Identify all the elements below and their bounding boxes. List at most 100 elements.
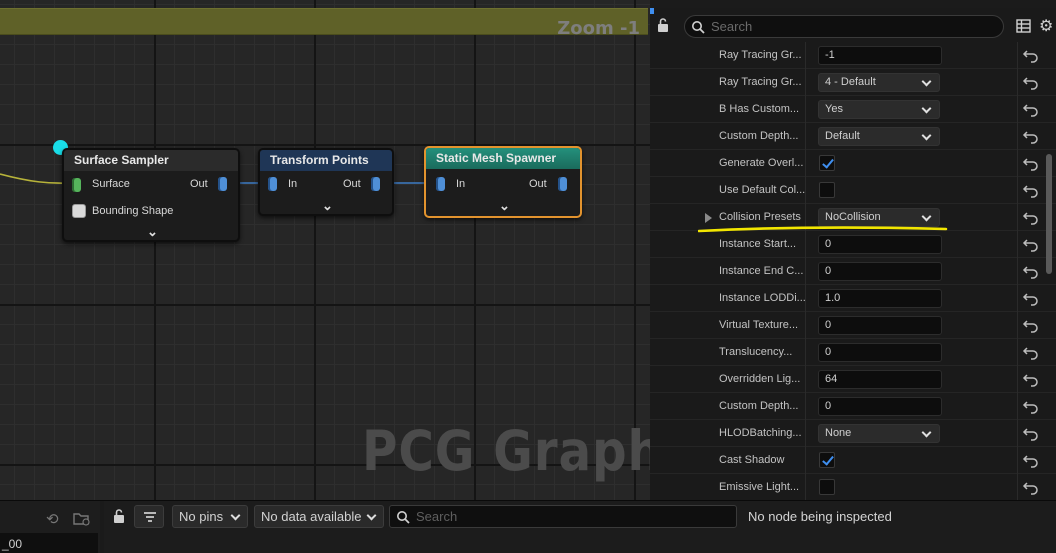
column-divider xyxy=(1017,231,1018,258)
column-divider xyxy=(805,339,806,366)
property-value-dropdown[interactable]: Yes xyxy=(818,100,940,119)
input-pin[interactable] xyxy=(436,177,445,191)
lock-icon[interactable] xyxy=(656,18,670,32)
reset-to-default-icon[interactable] xyxy=(1022,290,1040,306)
reset-to-default-icon[interactable] xyxy=(1022,263,1040,279)
output-pin[interactable] xyxy=(558,177,567,191)
property-value-dropdown[interactable]: 4 - Default xyxy=(818,73,940,92)
column-divider xyxy=(805,474,806,501)
pin-label-in: In xyxy=(288,178,298,190)
reset-to-default-icon[interactable] xyxy=(1022,452,1040,468)
column-divider xyxy=(1017,204,1018,231)
property-label: Instance End C... xyxy=(719,265,804,277)
property-label: Overridden Lig... xyxy=(719,373,801,385)
column-divider xyxy=(805,258,806,285)
node-transform-points[interactable]: Transform Points In Out ⌄ xyxy=(258,148,394,216)
browse-folder-icon[interactable] xyxy=(73,512,91,526)
table-view-icon[interactable] xyxy=(1016,19,1031,33)
column-divider xyxy=(1017,447,1018,474)
reset-to-default-icon[interactable] xyxy=(1022,236,1040,252)
node-static-mesh-spawner[interactable]: Static Mesh Spawner In Out ⌄ xyxy=(424,146,582,218)
reset-to-default-icon[interactable] xyxy=(1022,155,1040,171)
panel-tab-marker xyxy=(650,8,654,14)
property-row: Instance LODDi... 1.0 xyxy=(650,285,1056,312)
property-label: Generate Overl... xyxy=(719,157,804,169)
property-label: Emissive Light... xyxy=(719,481,800,493)
search-icon xyxy=(397,511,410,524)
reset-to-default-icon[interactable] xyxy=(1022,344,1040,360)
chevron-down-icon[interactable]: ⌄ xyxy=(147,224,158,240)
column-divider xyxy=(1017,123,1018,150)
property-row: Generate Overl... xyxy=(650,150,1056,177)
property-row: Virtual Texture... 0 xyxy=(650,312,1056,339)
column-divider xyxy=(805,285,806,312)
lock-icon[interactable] xyxy=(112,509,126,523)
details-search-input[interactable]: Search xyxy=(684,15,1004,38)
filter-button[interactable] xyxy=(134,505,164,528)
filter-icon xyxy=(144,512,156,522)
property-label: HLODBatching... xyxy=(719,427,802,439)
pins-filter-dropdown[interactable]: No pins xyxy=(172,505,248,528)
column-divider xyxy=(1017,474,1018,501)
property-checkbox[interactable] xyxy=(819,182,835,198)
property-label: Instance Start... xyxy=(719,238,797,250)
column-divider xyxy=(1017,339,1018,366)
column-divider xyxy=(805,312,806,339)
property-value-input[interactable]: 1.0 xyxy=(818,289,942,308)
details-scrollbar[interactable] xyxy=(1046,154,1052,274)
property-value-dropdown[interactable]: Default xyxy=(818,127,940,146)
reset-to-default-icon[interactable] xyxy=(1022,371,1040,387)
debug-toolbar: ⟲ _00 No pins No data available Search N… xyxy=(0,500,1056,553)
bounding-shape-pin-icon[interactable] xyxy=(72,204,86,218)
input-pin[interactable] xyxy=(268,177,277,191)
column-divider xyxy=(805,69,806,96)
property-value-input[interactable]: 0 xyxy=(818,343,942,362)
reset-to-default-icon[interactable] xyxy=(1022,74,1040,90)
property-checkbox[interactable] xyxy=(819,452,835,468)
node-surface-sampler[interactable]: Surface Sampler Surface Out Bounding Sha… xyxy=(62,148,240,242)
reset-to-default-icon[interactable] xyxy=(1022,209,1040,225)
surface-input-pin[interactable] xyxy=(72,178,81,192)
property-row: Use Default Col... xyxy=(650,177,1056,204)
property-value-input[interactable]: 0 xyxy=(818,235,942,254)
pin-label-surface: Surface xyxy=(92,178,130,190)
details-toolbar: Search ⚙ xyxy=(650,8,1056,42)
property-value-input[interactable]: 0 xyxy=(818,262,942,281)
output-pin[interactable] xyxy=(371,177,380,191)
reset-to-default-icon[interactable] xyxy=(1022,425,1040,441)
property-checkbox[interactable] xyxy=(819,155,835,171)
graph-canvas[interactable]: Zoom -1 Surface Sampler Surface Out Boun… xyxy=(0,0,650,500)
gear-icon[interactable]: ⚙ xyxy=(1039,16,1053,36)
inspect-search-input[interactable]: Search xyxy=(389,505,737,528)
output-pin[interactable] xyxy=(218,177,227,191)
reset-to-default-icon[interactable] xyxy=(1022,101,1040,117)
property-label: Ray Tracing Gr... xyxy=(719,76,802,88)
property-row: Translucency... 0 xyxy=(650,339,1056,366)
chevron-down-icon[interactable]: ⌄ xyxy=(499,198,510,214)
inspect-bar: No pins No data available Search No node… xyxy=(104,501,1056,553)
property-value-input[interactable]: 0 xyxy=(818,316,942,335)
expand-arrow-icon[interactable] xyxy=(705,213,712,223)
column-divider xyxy=(1017,420,1018,447)
reset-to-default-icon[interactable] xyxy=(1022,182,1040,198)
back-icon[interactable]: ⟲ xyxy=(46,510,59,528)
collision-presets-dropdown[interactable]: NoCollision xyxy=(818,208,940,227)
property-label: Use Default Col... xyxy=(719,184,806,196)
column-divider xyxy=(1017,69,1018,96)
reset-to-default-icon[interactable] xyxy=(1022,317,1040,333)
property-value-input[interactable]: -1 xyxy=(818,46,942,65)
reset-to-default-icon[interactable] xyxy=(1022,479,1040,495)
property-checkbox[interactable] xyxy=(819,479,835,495)
reset-to-default-icon[interactable] xyxy=(1022,398,1040,414)
reset-to-default-icon[interactable] xyxy=(1022,128,1040,144)
property-value-input[interactable]: 64 xyxy=(818,370,942,389)
chevron-down-icon[interactable]: ⌄ xyxy=(322,198,333,214)
property-value-dropdown[interactable]: None xyxy=(818,424,940,443)
data-filter-dropdown[interactable]: No data available xyxy=(254,505,384,528)
column-divider xyxy=(1017,150,1018,177)
reset-to-default-icon[interactable] xyxy=(1022,47,1040,63)
property-label: Custom Depth... xyxy=(719,400,799,412)
property-label: Custom Depth... xyxy=(719,130,799,142)
property-value-input[interactable]: 0 xyxy=(818,397,942,416)
column-divider xyxy=(805,177,806,204)
